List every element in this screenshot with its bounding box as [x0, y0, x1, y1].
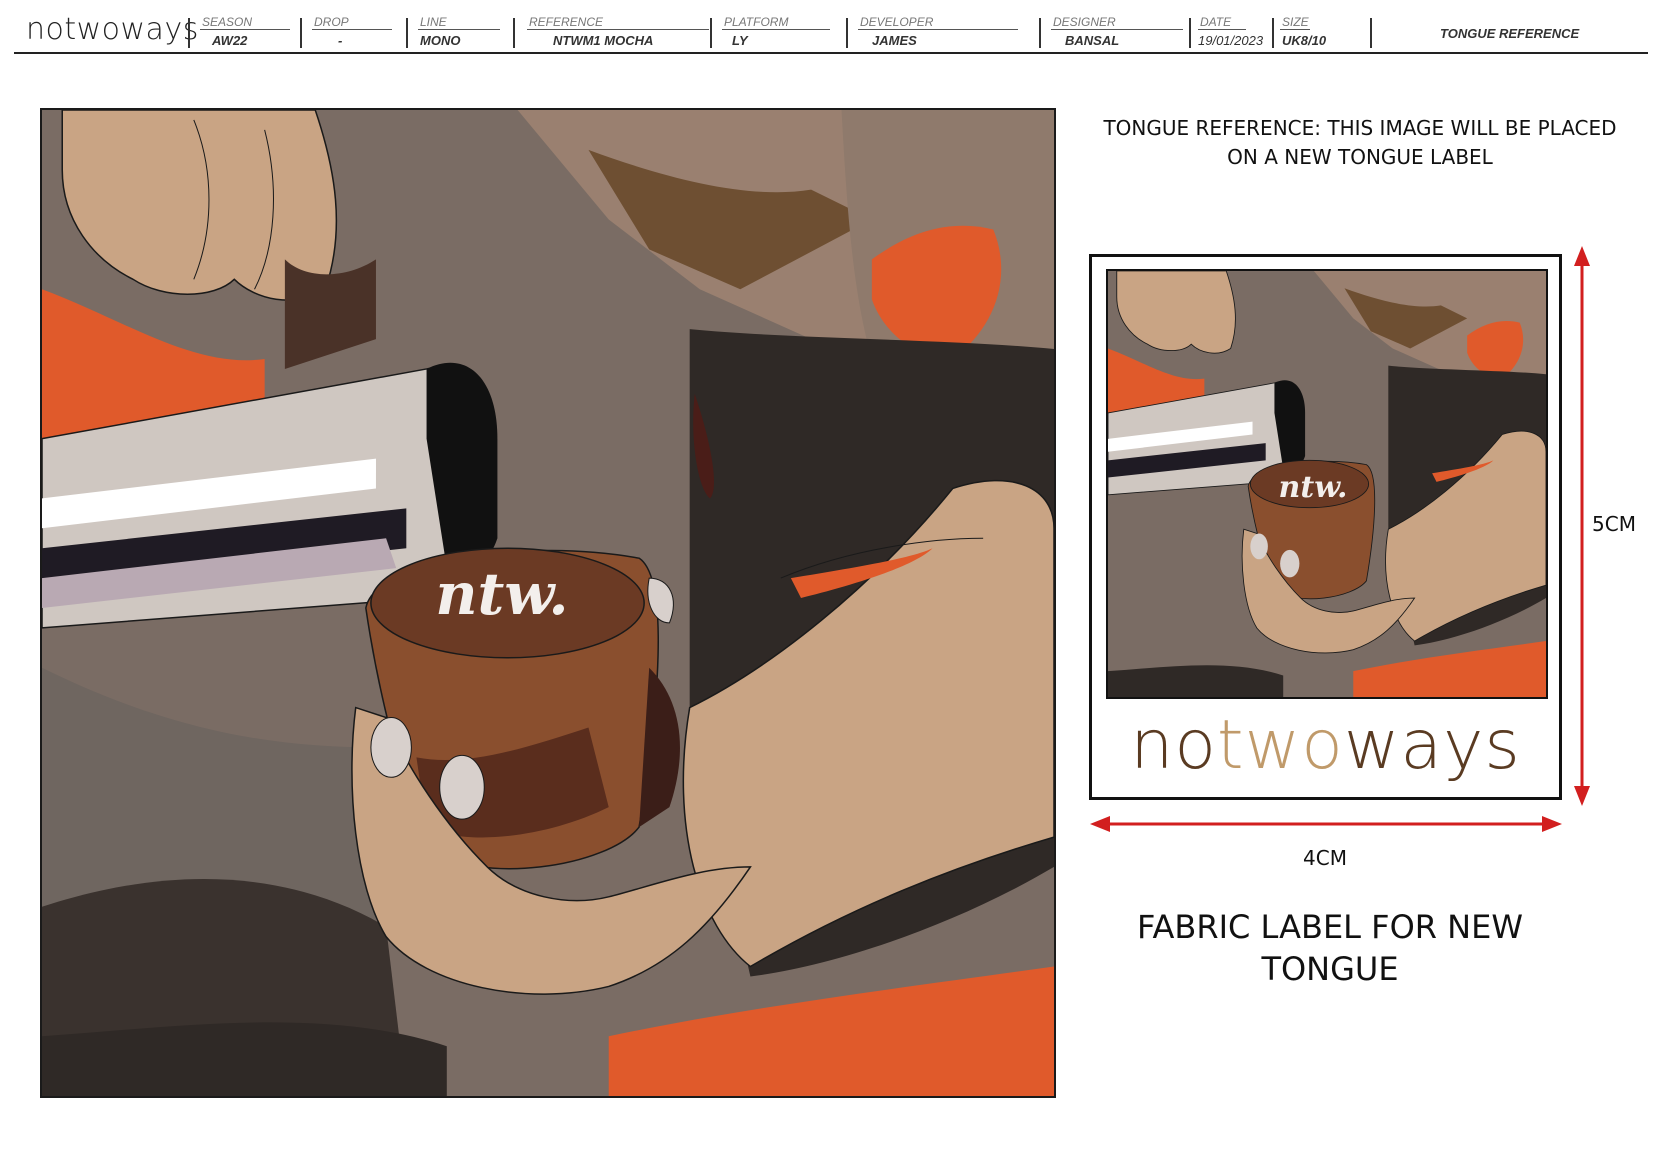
field-value: BANSAL: [1065, 33, 1120, 48]
field-value: UK8/10: [1282, 33, 1327, 48]
field-label: DESIGNER: [1053, 15, 1116, 29]
field-reference: REFERENCE NTWM1 MOCHA: [517, 15, 709, 49]
field-label: LINE: [420, 15, 447, 29]
field-label: DROP: [314, 15, 349, 29]
fabric-label-caption: FABRIC LABEL FOR NEW TONGUE: [1110, 906, 1550, 990]
field-label: DATE: [1200, 15, 1232, 29]
field-size: SIZE UK8/10: [1274, 15, 1344, 49]
field-underline: [1051, 29, 1183, 30]
tongue-artwork-main: ntw.: [40, 108, 1056, 1098]
field-label: SIZE: [1282, 15, 1309, 29]
caption-line-1: FABRIC LABEL FOR NEW: [1137, 908, 1523, 946]
note-line-1: TONGUE REFERENCE: THIS IMAGE WILL BE PLA…: [1103, 116, 1617, 140]
field-underline: [527, 29, 709, 30]
field-date: DATE 19/01/2023: [1190, 15, 1270, 49]
field-underline: [858, 29, 1018, 30]
page-title: TONGUE REFERENCE: [1440, 26, 1580, 41]
field-season: SEASON AW22: [190, 15, 300, 49]
field-underline: [722, 29, 830, 30]
field-value: MONO: [420, 33, 461, 48]
latte-art-logo: ntw.: [435, 560, 569, 628]
field-value: LY: [732, 33, 748, 48]
field-underline: [418, 29, 500, 30]
field-label: DEVELOPER: [860, 15, 934, 29]
field-value: AW22: [212, 33, 248, 48]
field-drop: DROP -: [302, 15, 402, 49]
caption-line-2: TONGUE: [1261, 950, 1399, 988]
field-underline: [200, 29, 290, 30]
field-value: 19/01/2023: [1198, 33, 1264, 48]
field-underline: [1198, 29, 1246, 30]
header-separator: [1370, 18, 1372, 48]
tongue-reference-note: TONGUE REFERENCE: THIS IMAGE WILL BE PLA…: [1090, 114, 1630, 172]
field-designer: DESIGNER BANSAL: [1041, 15, 1183, 49]
field-line: LINE MONO: [408, 15, 508, 49]
height-dimension-label: 5CM: [1592, 512, 1636, 536]
field-label: REFERENCE: [529, 15, 604, 29]
field-developer: DEVELOPER JAMES: [848, 15, 1028, 49]
field-label: PLATFORM: [724, 15, 789, 29]
width-dimension-label: 4CM: [1303, 846, 1347, 870]
field-value: -: [338, 33, 343, 48]
field-label: SEASON: [202, 15, 253, 29]
header-separator: [513, 18, 515, 48]
dimension-arrows: [1090, 246, 1590, 832]
note-line-2: ON A NEW TONGUE LABEL: [1227, 145, 1493, 169]
height-dimension-arrow: [1574, 246, 1590, 806]
field-value: JAMES: [872, 33, 917, 48]
width-dimension-arrow: [1090, 816, 1562, 832]
header-rule: [14, 52, 1648, 54]
brand-wordmark: notwoways: [26, 12, 199, 47]
field-platform: PLATFORM LY: [712, 15, 842, 49]
field-value: NTWM1 MOCHA: [553, 33, 654, 48]
field-underline: [312, 29, 392, 30]
field-underline: [1280, 29, 1310, 30]
